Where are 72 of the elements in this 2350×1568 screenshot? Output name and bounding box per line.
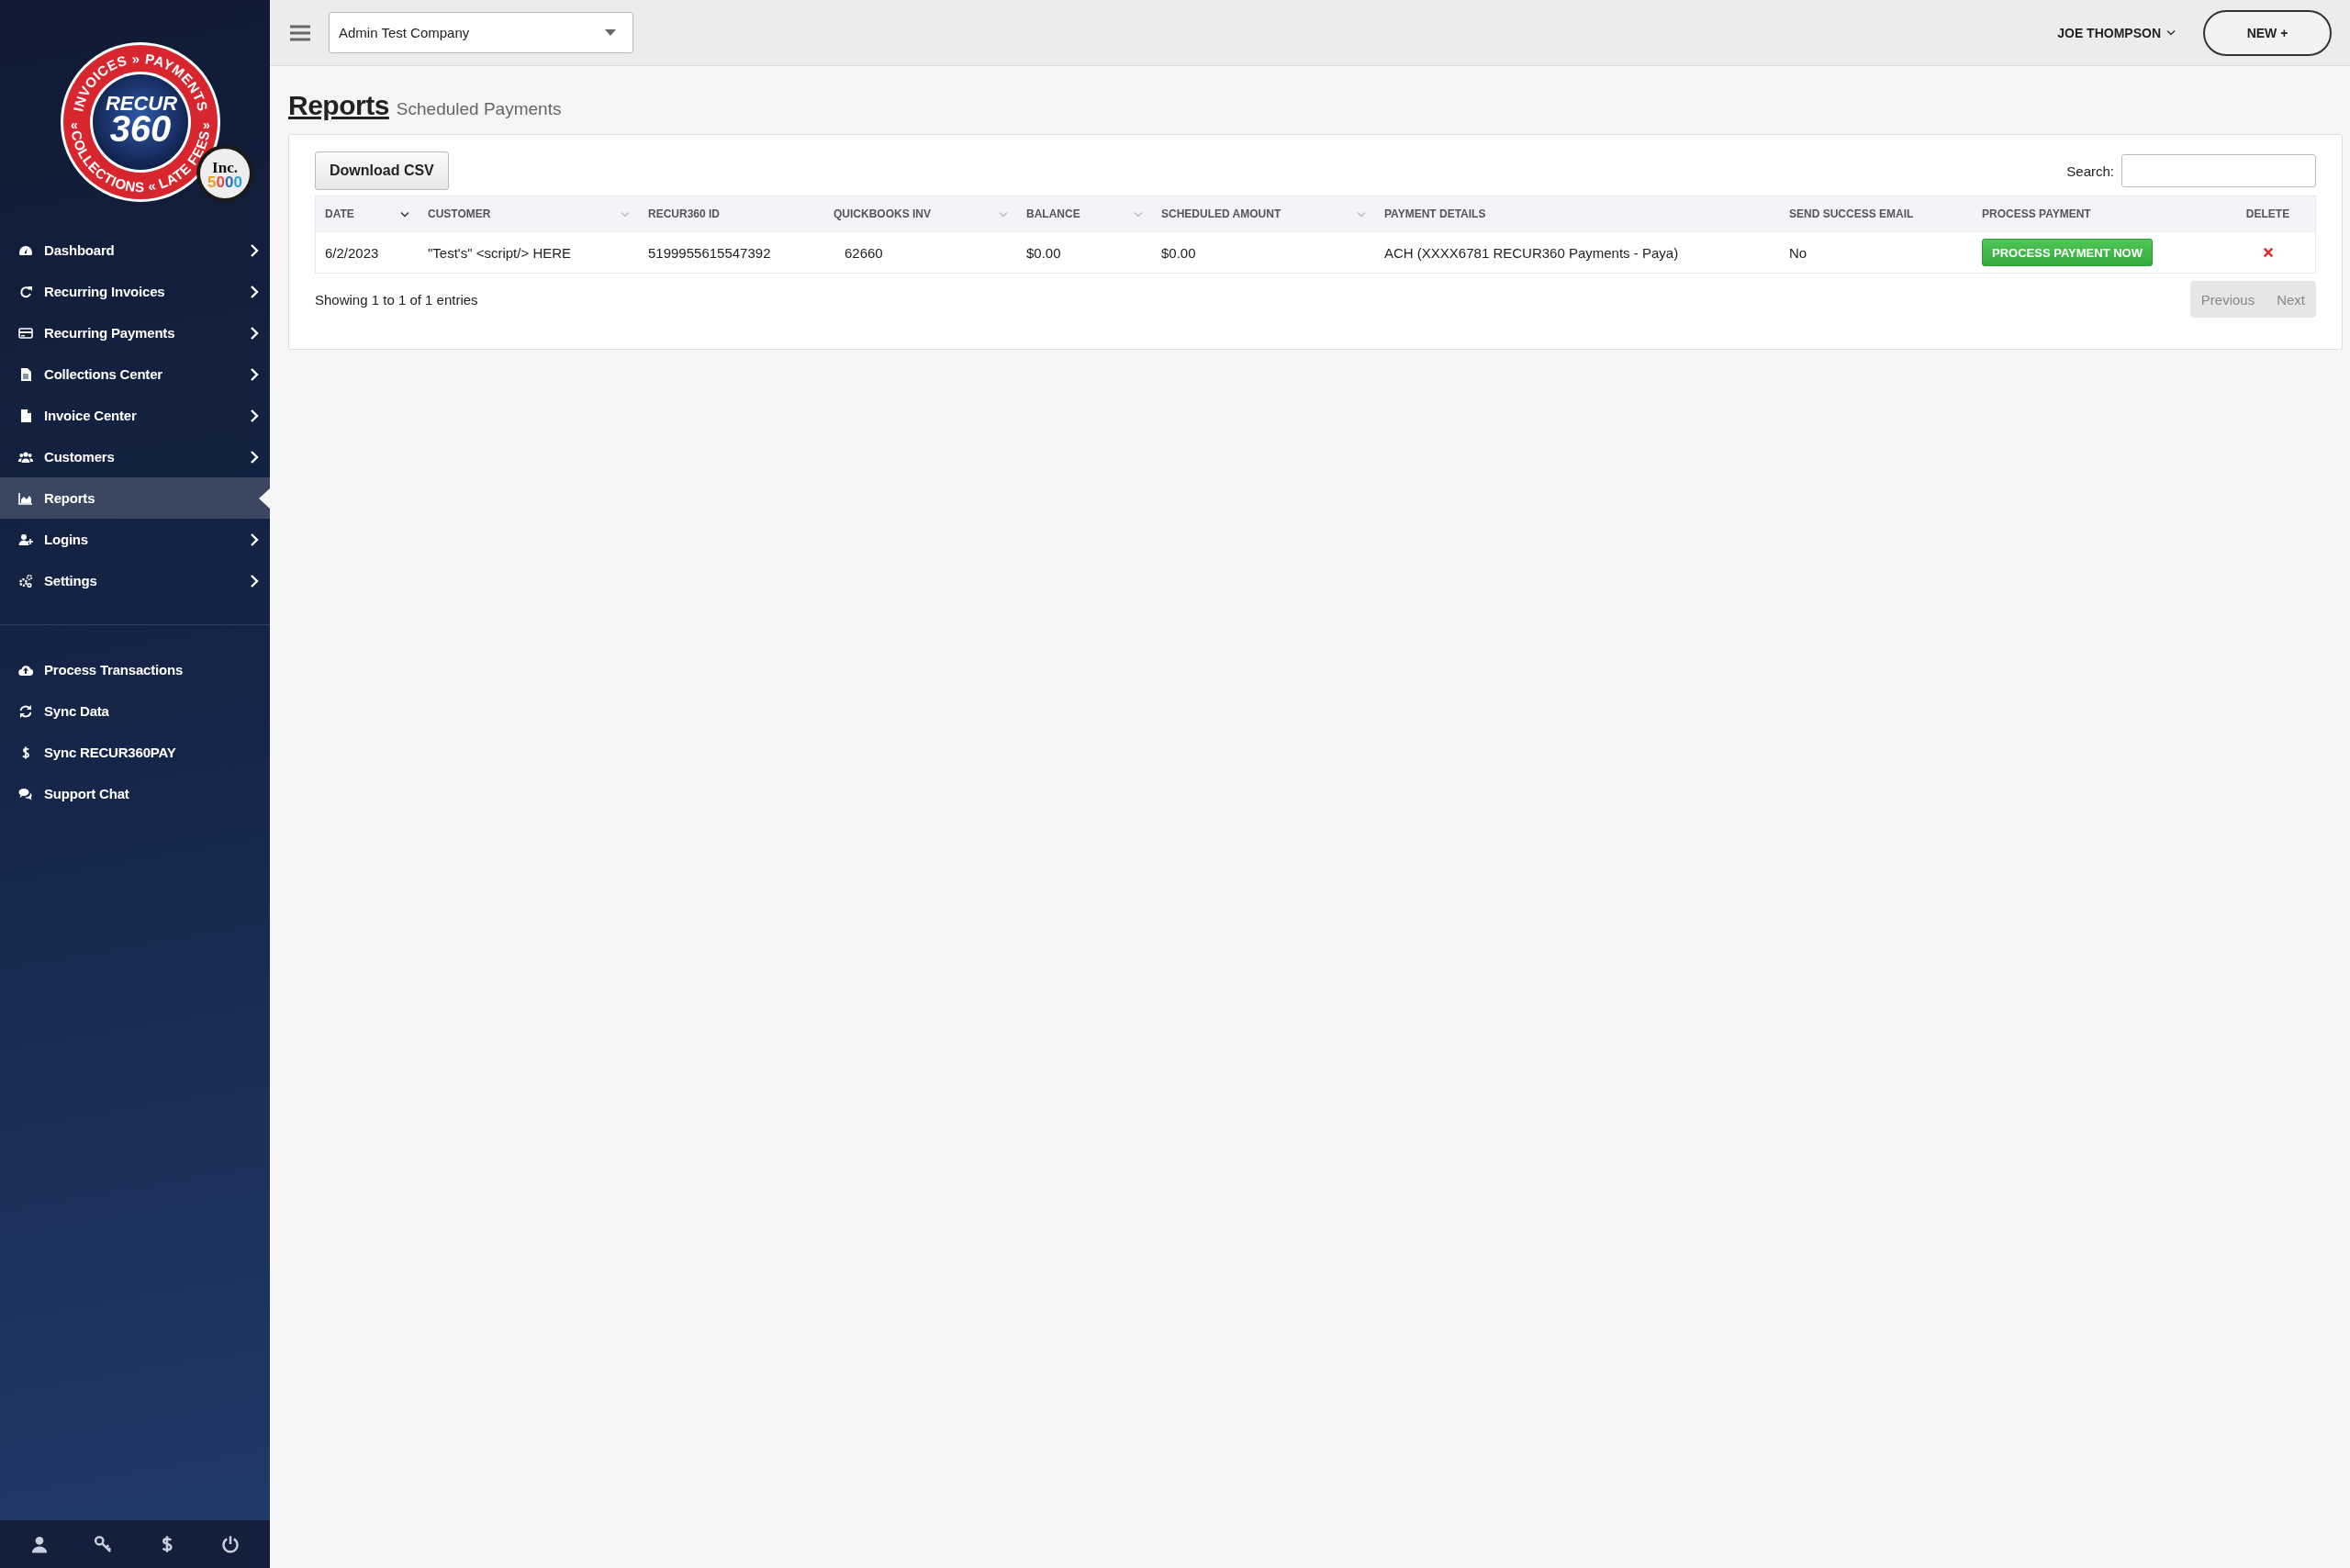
column-header: DELETE [2221, 196, 2316, 232]
sidebar-item[interactable]: Dashboard [0, 230, 270, 271]
table-cell: ACH (XXXX6781 RECUR360 Payments - Paya) [1375, 231, 1780, 274]
chevron-right-icon [248, 366, 259, 382]
table-cell: No [1780, 231, 1973, 274]
add-user-icon [18, 532, 33, 547]
sync-icon [18, 703, 33, 719]
sidebar-item[interactable]: Recurring Invoices [0, 271, 270, 312]
new-button[interactable]: NEW + [2203, 9, 2332, 56]
sidebar-item[interactable]: Customers [0, 436, 270, 477]
column-header: SEND SUCCESS EMAIL [1780, 196, 1973, 232]
column-header[interactable]: QUICKBOOKS INV [824, 196, 1017, 232]
column-header[interactable]: BALANCE [1017, 196, 1152, 232]
document-icon [18, 366, 33, 382]
download-csv-button[interactable]: Download CSV [315, 151, 449, 190]
column-header: PROCESS PAYMENT [1973, 196, 2221, 232]
sidebar-link[interactable]: Sync RECUR360PAY [0, 732, 270, 773]
table-cell: 5199955615547392 [639, 231, 824, 274]
column-header[interactable]: DATE [315, 196, 419, 232]
table-cell: 62660 [824, 231, 1017, 274]
sidebar-item[interactable]: Collections Center [0, 353, 270, 395]
group-icon [18, 449, 33, 465]
company-select[interactable]: Admin Test Company [329, 12, 633, 53]
chat-icon [18, 786, 33, 801]
sidebar-link[interactable]: Process Transactions [0, 649, 270, 690]
sidebar-item[interactable]: Invoice Center [0, 395, 270, 436]
sort-icon [1357, 211, 1366, 218]
table-cell: "Test's" <script/> HERE [419, 231, 639, 274]
caret-down-icon [605, 29, 616, 36]
area-chart-icon [18, 490, 33, 506]
power-icon[interactable] [221, 1535, 241, 1553]
refresh-icon [18, 284, 33, 299]
credit-card-icon [18, 325, 33, 341]
sidebar-item[interactable]: Recurring Payments [0, 312, 270, 353]
key-icon[interactable] [94, 1535, 113, 1553]
sidebar-link[interactable]: Sync Data [0, 690, 270, 732]
delete-icon[interactable] [2262, 246, 2274, 258]
page-title: Reports [288, 90, 389, 121]
active-pointer-icon [259, 488, 270, 509]
chevron-right-icon [248, 532, 259, 547]
sort-icon [999, 211, 1008, 218]
gears-icon [18, 573, 33, 588]
chevron-right-icon [248, 242, 259, 258]
sort-icon [621, 211, 630, 218]
user-menu[interactable]: JOE THOMPSON [2052, 24, 2181, 41]
table-cell: $0.00 [1017, 231, 1152, 274]
entries-info: Showing 1 to 1 of 1 entries [315, 291, 478, 308]
column-header: PAYMENT DETAILS [1375, 196, 1780, 232]
page-subtitle: Scheduled Payments [396, 99, 562, 119]
user-icon[interactable] [29, 1535, 49, 1553]
column-header[interactable]: SCHEDULED AMOUNT [1152, 196, 1375, 232]
sidebar-item[interactable]: Settings [0, 560, 270, 601]
sidebar-item[interactable]: Logins [0, 519, 270, 560]
chevron-right-icon [248, 449, 259, 465]
chevron-right-icon [248, 573, 259, 588]
chevron-down-icon [2166, 29, 2176, 36]
search-field[interactable] [2121, 154, 2316, 187]
sort-icon [1134, 211, 1143, 218]
sidebar-item[interactable]: Reports [0, 477, 270, 519]
file-icon [18, 408, 33, 423]
chevron-right-icon [248, 408, 259, 423]
search-label: Search: [2066, 162, 2114, 179]
chevron-right-icon [248, 325, 259, 341]
column-header: RECUR360 ID [639, 196, 824, 232]
menu-button[interactable] [288, 23, 312, 42]
menu-icon [288, 23, 312, 42]
sidebar-link[interactable]: Support Chat [0, 773, 270, 814]
table-cell: $0.00 [1152, 231, 1375, 274]
column-header[interactable]: CUSTOMER [419, 196, 639, 232]
sort-icon [400, 211, 409, 218]
chevron-right-icon [248, 284, 259, 299]
table-cell: 6/2/2023 [315, 231, 419, 274]
